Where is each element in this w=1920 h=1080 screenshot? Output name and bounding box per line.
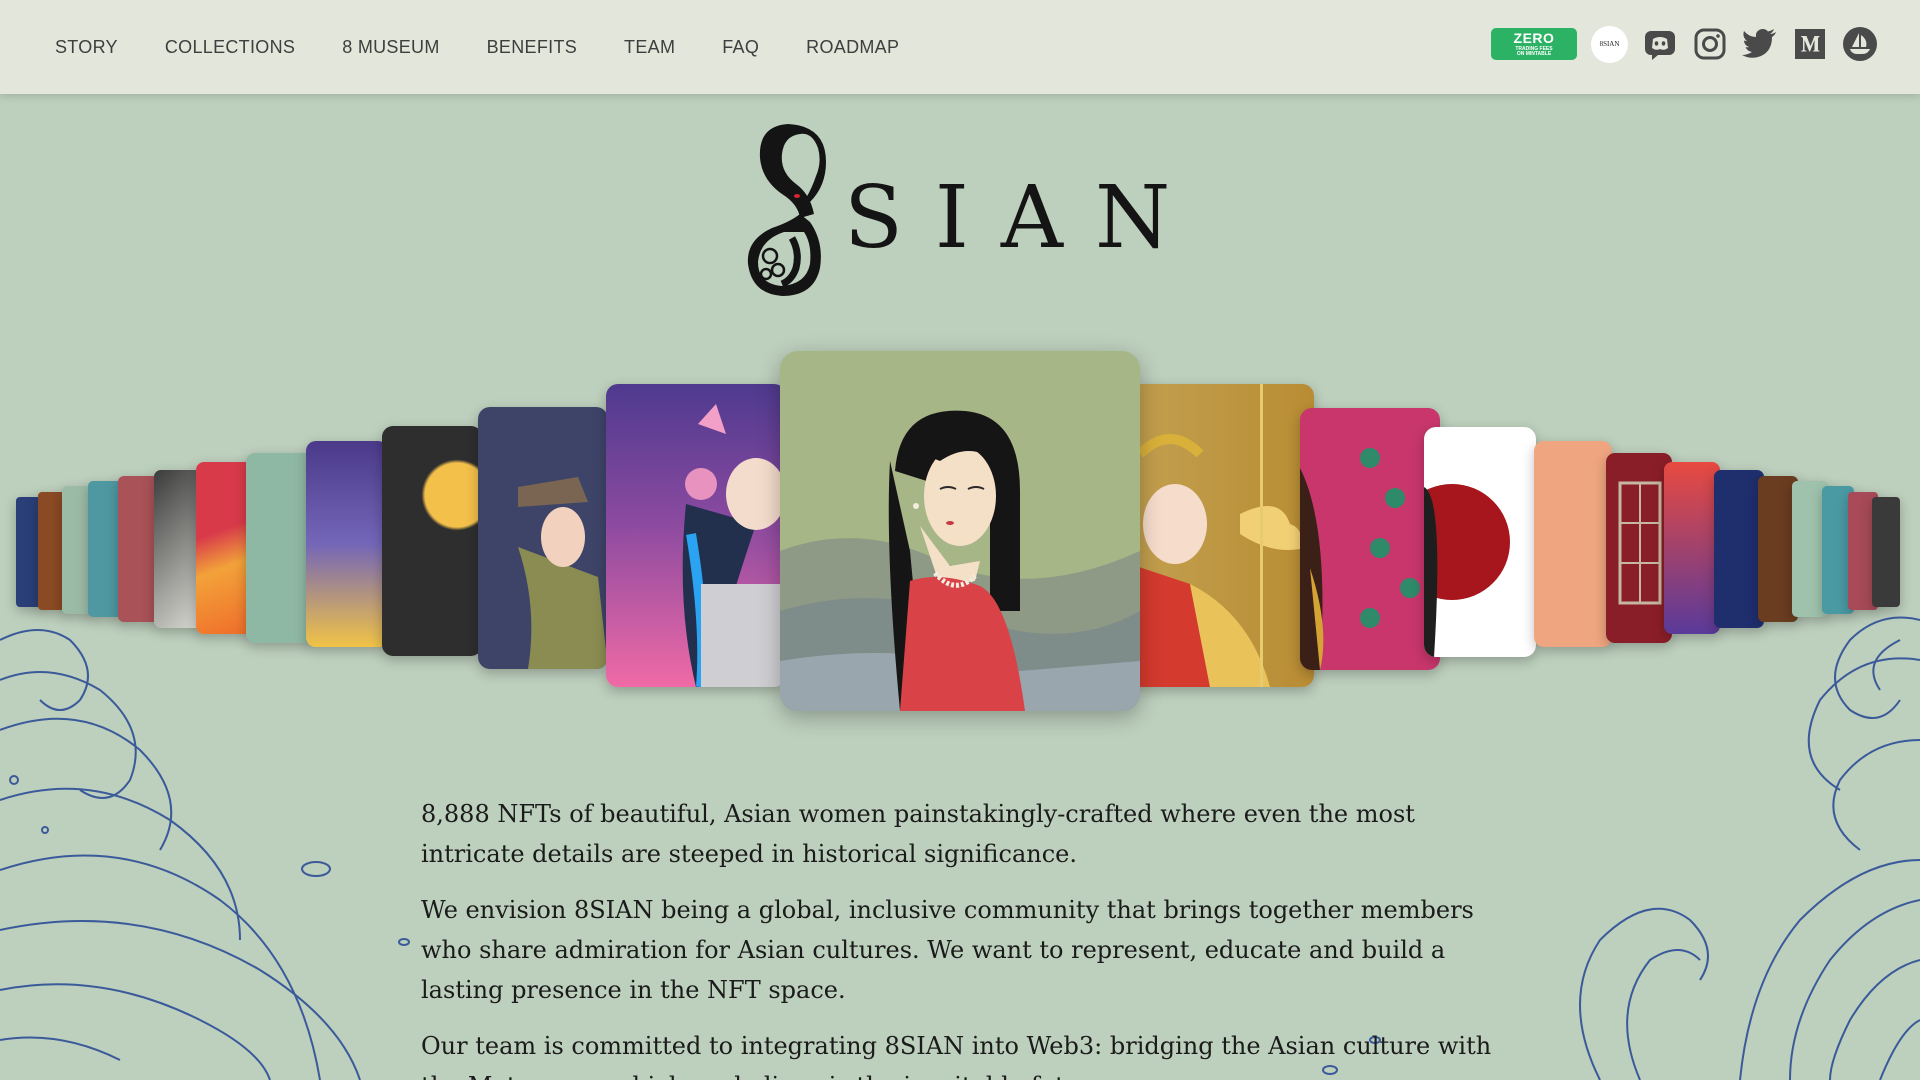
8-figure-icon xyxy=(747,124,826,296)
nft-card[interactable] xyxy=(1424,427,1536,657)
nav-links: STORY COLLECTIONS 8 MUSEUM BENEFITS TEAM… xyxy=(55,0,946,94)
nft-card[interactable] xyxy=(1534,441,1612,647)
nft-carousel[interactable] xyxy=(0,340,1920,720)
nft-card[interactable] xyxy=(246,453,314,643)
about-paragraph-1: 8,888 NFTs of beautiful, Asian women pai… xyxy=(421,800,1415,868)
nft-card[interactable] xyxy=(1300,408,1440,670)
nav-link-collections[interactable]: COLLECTIONS xyxy=(165,37,295,58)
nav-link-story[interactable]: STORY xyxy=(55,37,118,58)
medium-icon[interactable] xyxy=(1792,26,1828,62)
about-paragraph-3: Our team is committed to integrating 8SI… xyxy=(421,1032,1492,1080)
nft-card[interactable] xyxy=(1130,384,1314,687)
nav-link-benefits[interactable]: BENEFITS xyxy=(487,37,577,58)
nft-card[interactable] xyxy=(606,384,786,687)
nav-link-roadmap[interactable]: ROADMAP xyxy=(806,37,899,58)
top-nav: STORY COLLECTIONS 8 MUSEUM BENEFITS TEAM… xyxy=(0,0,1920,94)
social-icons: ZERO TRADING FEES ON MINTABLE 8SIAN xyxy=(1477,24,1878,64)
nav-link-8-museum[interactable]: 8 MUSEUM xyxy=(342,37,439,58)
logo-wordmark: SIAN xyxy=(844,168,1203,268)
8sian-logo: SIAN xyxy=(740,118,1170,302)
discord-icon[interactable] xyxy=(1642,26,1678,62)
twitter-icon[interactable] xyxy=(1742,26,1778,62)
8sian-circle-logo[interactable]: 8SIAN xyxy=(1591,25,1628,63)
about-paragraph-2: We envision 8SIAN being a global, inclus… xyxy=(421,896,1474,1004)
nft-card[interactable] xyxy=(1664,462,1720,634)
badge-line2: ON MINTABLE xyxy=(1516,51,1552,57)
nft-card[interactable] xyxy=(1606,453,1672,643)
circle-logo-text: 8SIAN xyxy=(1599,40,1620,48)
opensea-icon[interactable] xyxy=(1842,26,1878,62)
nav-link-team[interactable]: TEAM xyxy=(624,37,675,58)
nft-card[interactable] xyxy=(382,426,482,656)
nav-link-faq[interactable]: FAQ xyxy=(722,37,759,58)
badge-title: ZERO xyxy=(1513,30,1555,46)
nft-card[interactable] xyxy=(1714,470,1764,628)
about-section: 8,888 NFTs of beautiful, Asian women pai… xyxy=(421,794,1501,1080)
featured-nft-card[interactable] xyxy=(780,351,1140,711)
instagram-icon[interactable] xyxy=(1692,26,1728,62)
zero-fees-badge[interactable]: ZERO TRADING FEES ON MINTABLE xyxy=(1491,28,1577,60)
nft-card[interactable] xyxy=(306,441,388,647)
nft-card[interactable] xyxy=(478,407,608,669)
nft-card[interactable] xyxy=(1872,497,1900,607)
